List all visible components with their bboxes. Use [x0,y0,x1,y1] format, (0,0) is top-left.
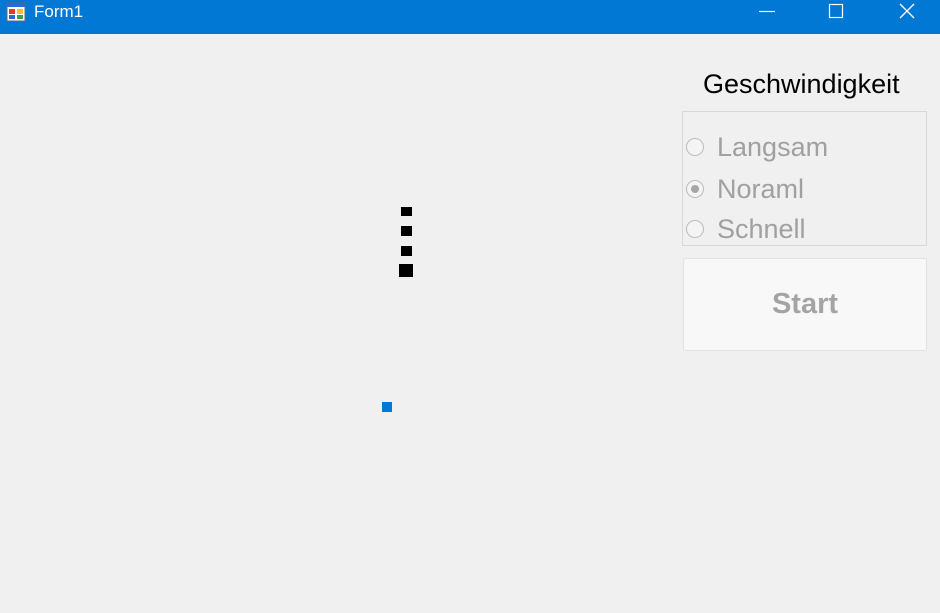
radio-schnell[interactable]: Schnell [686,212,818,246]
client-area: Geschwindigkeit Langsam Noraml Schnell S… [0,34,940,613]
start-button[interactable]: Start [683,258,927,351]
snake-segment [401,246,412,256]
radio-noraml[interactable]: Noraml [686,172,817,206]
radio-label: Schnell [717,213,818,245]
radio-langsam[interactable]: Langsam [686,130,841,164]
radio-circle [686,138,704,156]
minimize-button[interactable] [744,0,790,22]
radio-label: Noraml [717,173,817,205]
snake-segment [401,226,412,236]
window-title: Form1 [34,2,84,21]
close-icon [899,3,915,19]
radio-circle [686,220,704,238]
maximize-button[interactable] [813,0,859,22]
maximize-icon [828,3,844,19]
food-item [382,402,392,412]
form1-window: Form1 Geschwindigkeit Langsam Noraml Sch… [0,0,940,613]
minimize-icon [759,10,775,13]
radio-circle-checked [686,180,704,198]
snake-head [399,264,413,277]
speed-heading: Geschwindigkeit [703,69,900,99]
title-bar[interactable]: Form1 [0,0,940,34]
snake-segment [401,207,412,216]
close-button[interactable] [883,0,929,22]
radio-label: Langsam [717,131,841,163]
form-app-icon [6,2,26,22]
